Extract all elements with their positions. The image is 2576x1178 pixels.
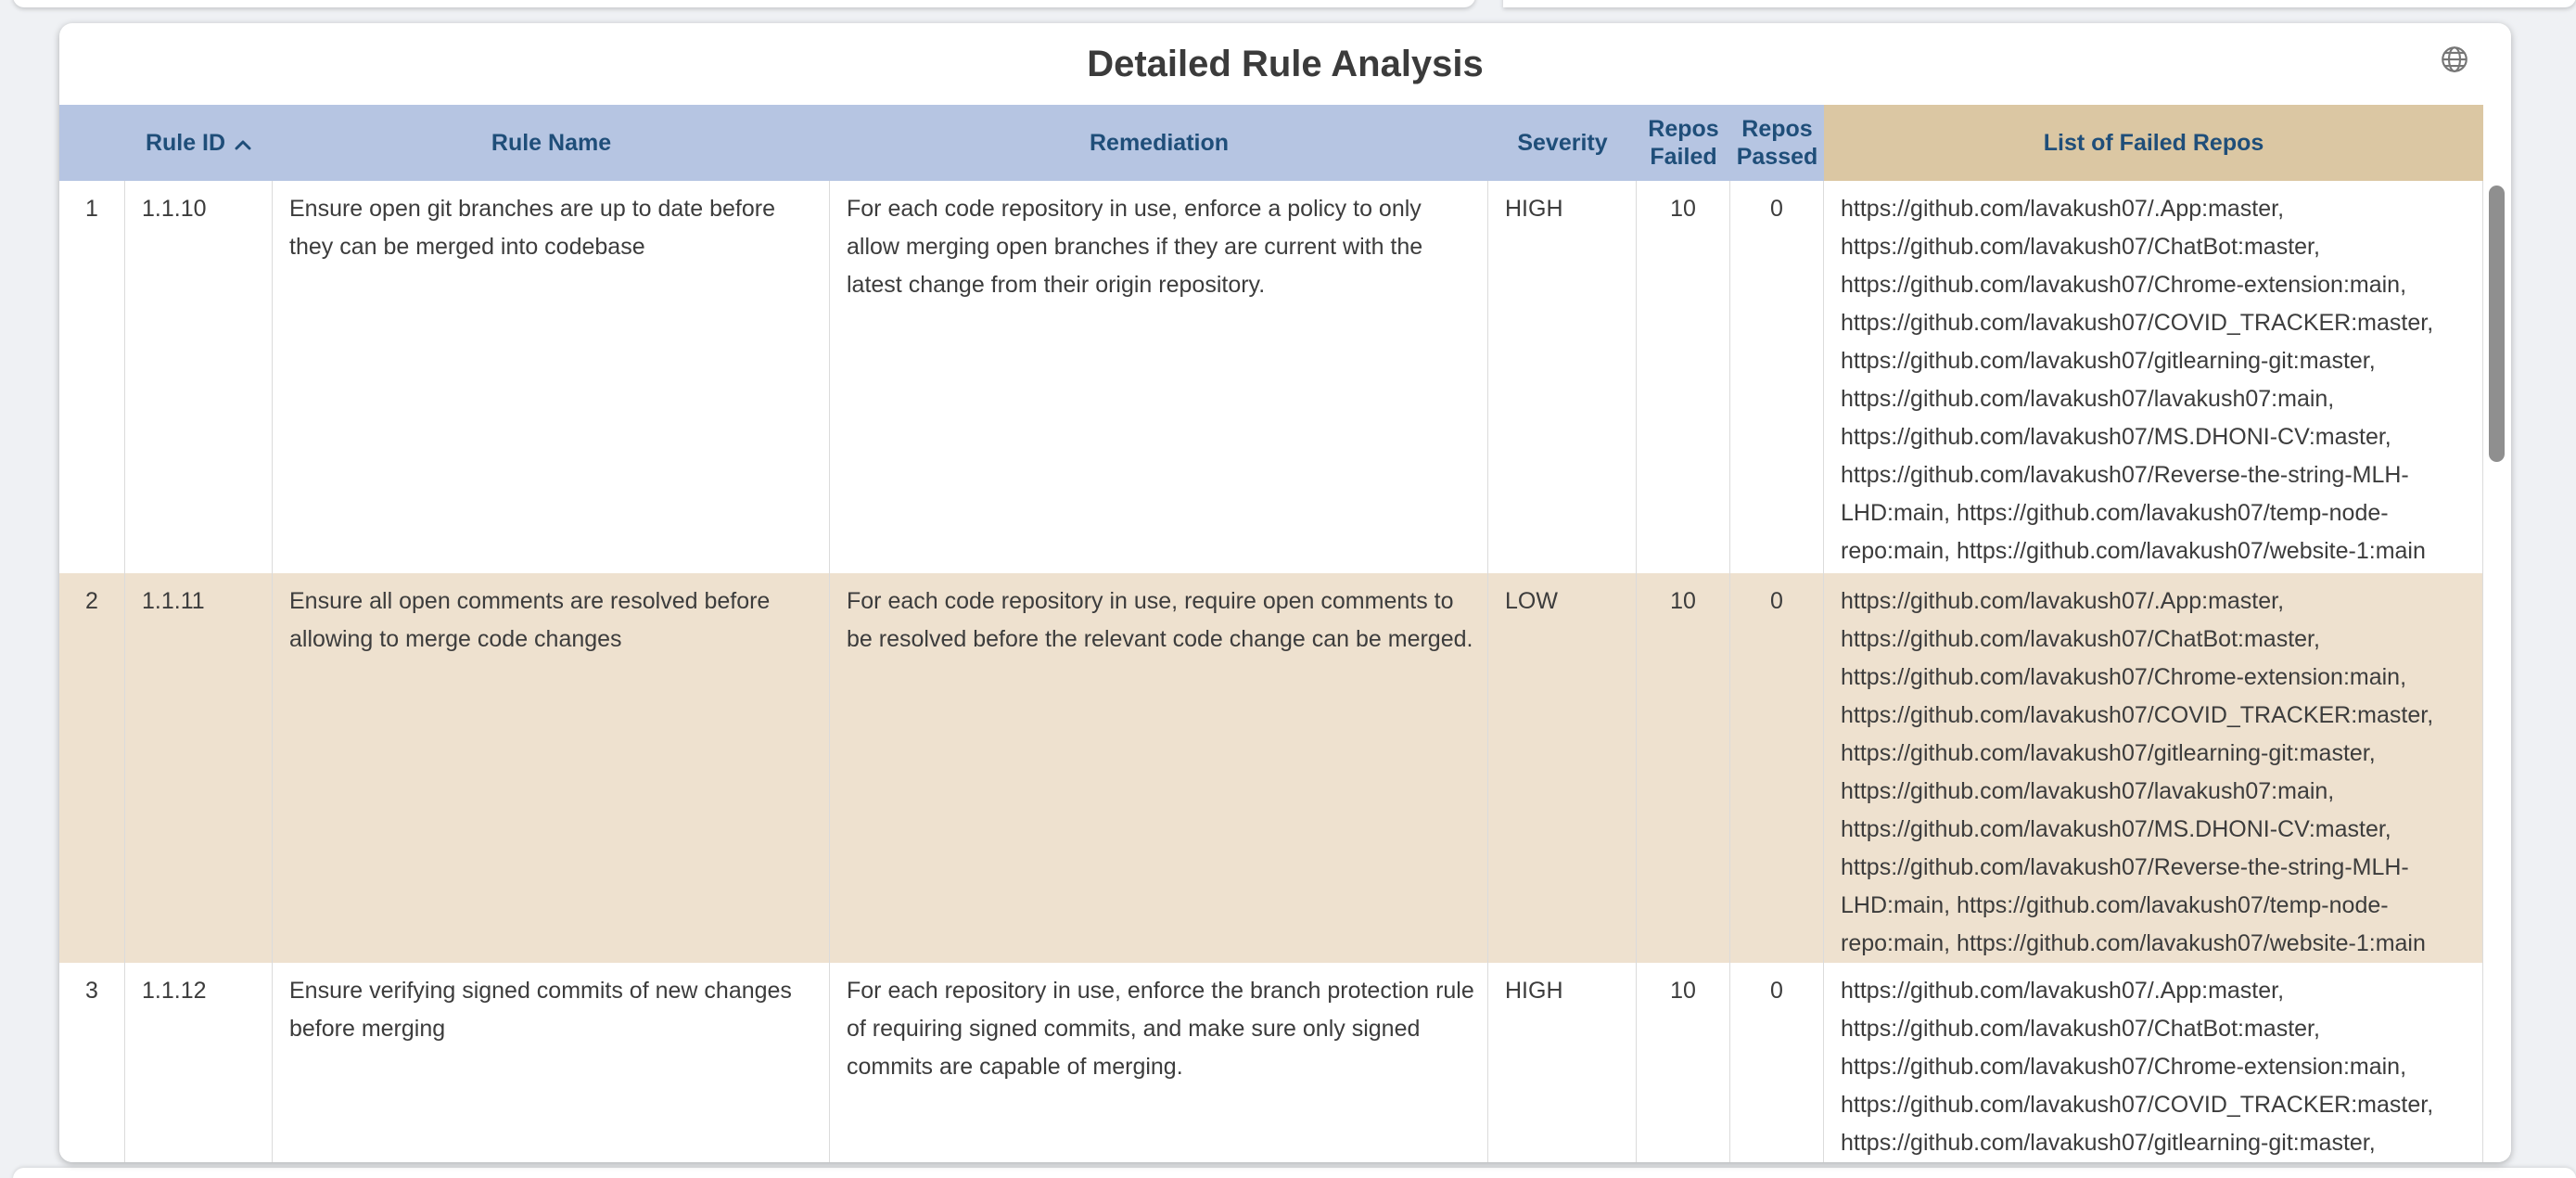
column-header-index[interactable] bbox=[59, 105, 125, 181]
cell-rule-id: 1.1.12 bbox=[125, 963, 273, 1162]
cell-repos-passed: 0 bbox=[1730, 573, 1824, 963]
rule-analysis-card: Detailed Rule Analysis Rule ID bbox=[59, 23, 2511, 1162]
table-scrollbar-thumb[interactable] bbox=[2489, 186, 2505, 462]
cell-severity: LOW bbox=[1488, 573, 1637, 963]
column-header-repos-passed[interactable]: Repos Passed bbox=[1730, 105, 1824, 181]
cell-remediation: For each code repository in use, enforce… bbox=[830, 181, 1488, 573]
table-row: 2 1.1.11 Ensure all open comments are re… bbox=[59, 573, 2483, 963]
cell-repos-passed: 0 bbox=[1730, 181, 1824, 573]
globe-icon[interactable] bbox=[2439, 44, 2470, 75]
cell-rule-id: 1.1.11 bbox=[125, 573, 273, 963]
page-title: Detailed Rule Analysis bbox=[59, 23, 2511, 105]
table-body: 1 1.1.10 Ensure open git branches are up… bbox=[59, 181, 2483, 1162]
table-scrollbar-track[interactable] bbox=[2483, 105, 2511, 1162]
card-header: Detailed Rule Analysis bbox=[59, 23, 2511, 105]
cell-severity: HIGH bbox=[1488, 963, 1637, 1162]
cell-rule-id: 1.1.10 bbox=[125, 181, 273, 573]
partial-card-bottom bbox=[13, 1168, 2576, 1178]
cell-repos-failed: 10 bbox=[1637, 181, 1730, 573]
cell-remediation: For each code repository in use, require… bbox=[830, 573, 1488, 963]
rule-analysis-table: Rule ID Rule Name Remediation Severity bbox=[59, 105, 2483, 1162]
table-header-row: Rule ID Rule Name Remediation Severity bbox=[59, 105, 2483, 181]
column-header-rule-name[interactable]: Rule Name bbox=[273, 105, 830, 181]
cell-failed-repos: https://github.com/lavakush07/.App:maste… bbox=[1824, 181, 2483, 573]
column-header-failed-repos[interactable]: List of Failed Repos bbox=[1824, 105, 2483, 181]
table-row: 1 1.1.10 Ensure open git branches are up… bbox=[59, 181, 2483, 573]
column-header-rule-id-label: Rule ID bbox=[146, 129, 225, 157]
cell-index: 3 bbox=[59, 963, 125, 1162]
cell-repos-failed: 10 bbox=[1637, 573, 1730, 963]
cell-remediation: For each repository in use, enforce the … bbox=[830, 963, 1488, 1162]
column-header-rule-id[interactable]: Rule ID bbox=[125, 105, 273, 181]
column-header-repos-failed[interactable]: Repos Failed bbox=[1637, 105, 1730, 181]
cell-index: 2 bbox=[59, 573, 125, 963]
cell-repos-failed: 10 bbox=[1637, 963, 1730, 1162]
sort-ascending-icon bbox=[234, 138, 252, 151]
page: Detailed Rule Analysis Rule ID bbox=[0, 0, 2576, 1178]
partial-card-top-left bbox=[13, 0, 1475, 7]
cell-rule-name: Ensure all open comments are resolved be… bbox=[273, 573, 830, 963]
cell-rule-name: Ensure open git branches are up to date … bbox=[273, 181, 830, 573]
column-header-remediation[interactable]: Remediation bbox=[830, 105, 1488, 181]
cell-failed-repos: https://github.com/lavakush07/.App:maste… bbox=[1824, 963, 2483, 1162]
table-row: 3 1.1.12 Ensure verifying signed commits… bbox=[59, 963, 2483, 1162]
column-header-severity[interactable]: Severity bbox=[1488, 105, 1637, 181]
cell-rule-name: Ensure verifying signed commits of new c… bbox=[273, 963, 830, 1162]
cell-index: 1 bbox=[59, 181, 125, 573]
cell-severity: HIGH bbox=[1488, 181, 1637, 573]
cell-repos-passed: 0 bbox=[1730, 963, 1824, 1162]
cell-failed-repos: https://github.com/lavakush07/.App:maste… bbox=[1824, 573, 2483, 963]
partial-card-top-right bbox=[1503, 0, 2576, 7]
